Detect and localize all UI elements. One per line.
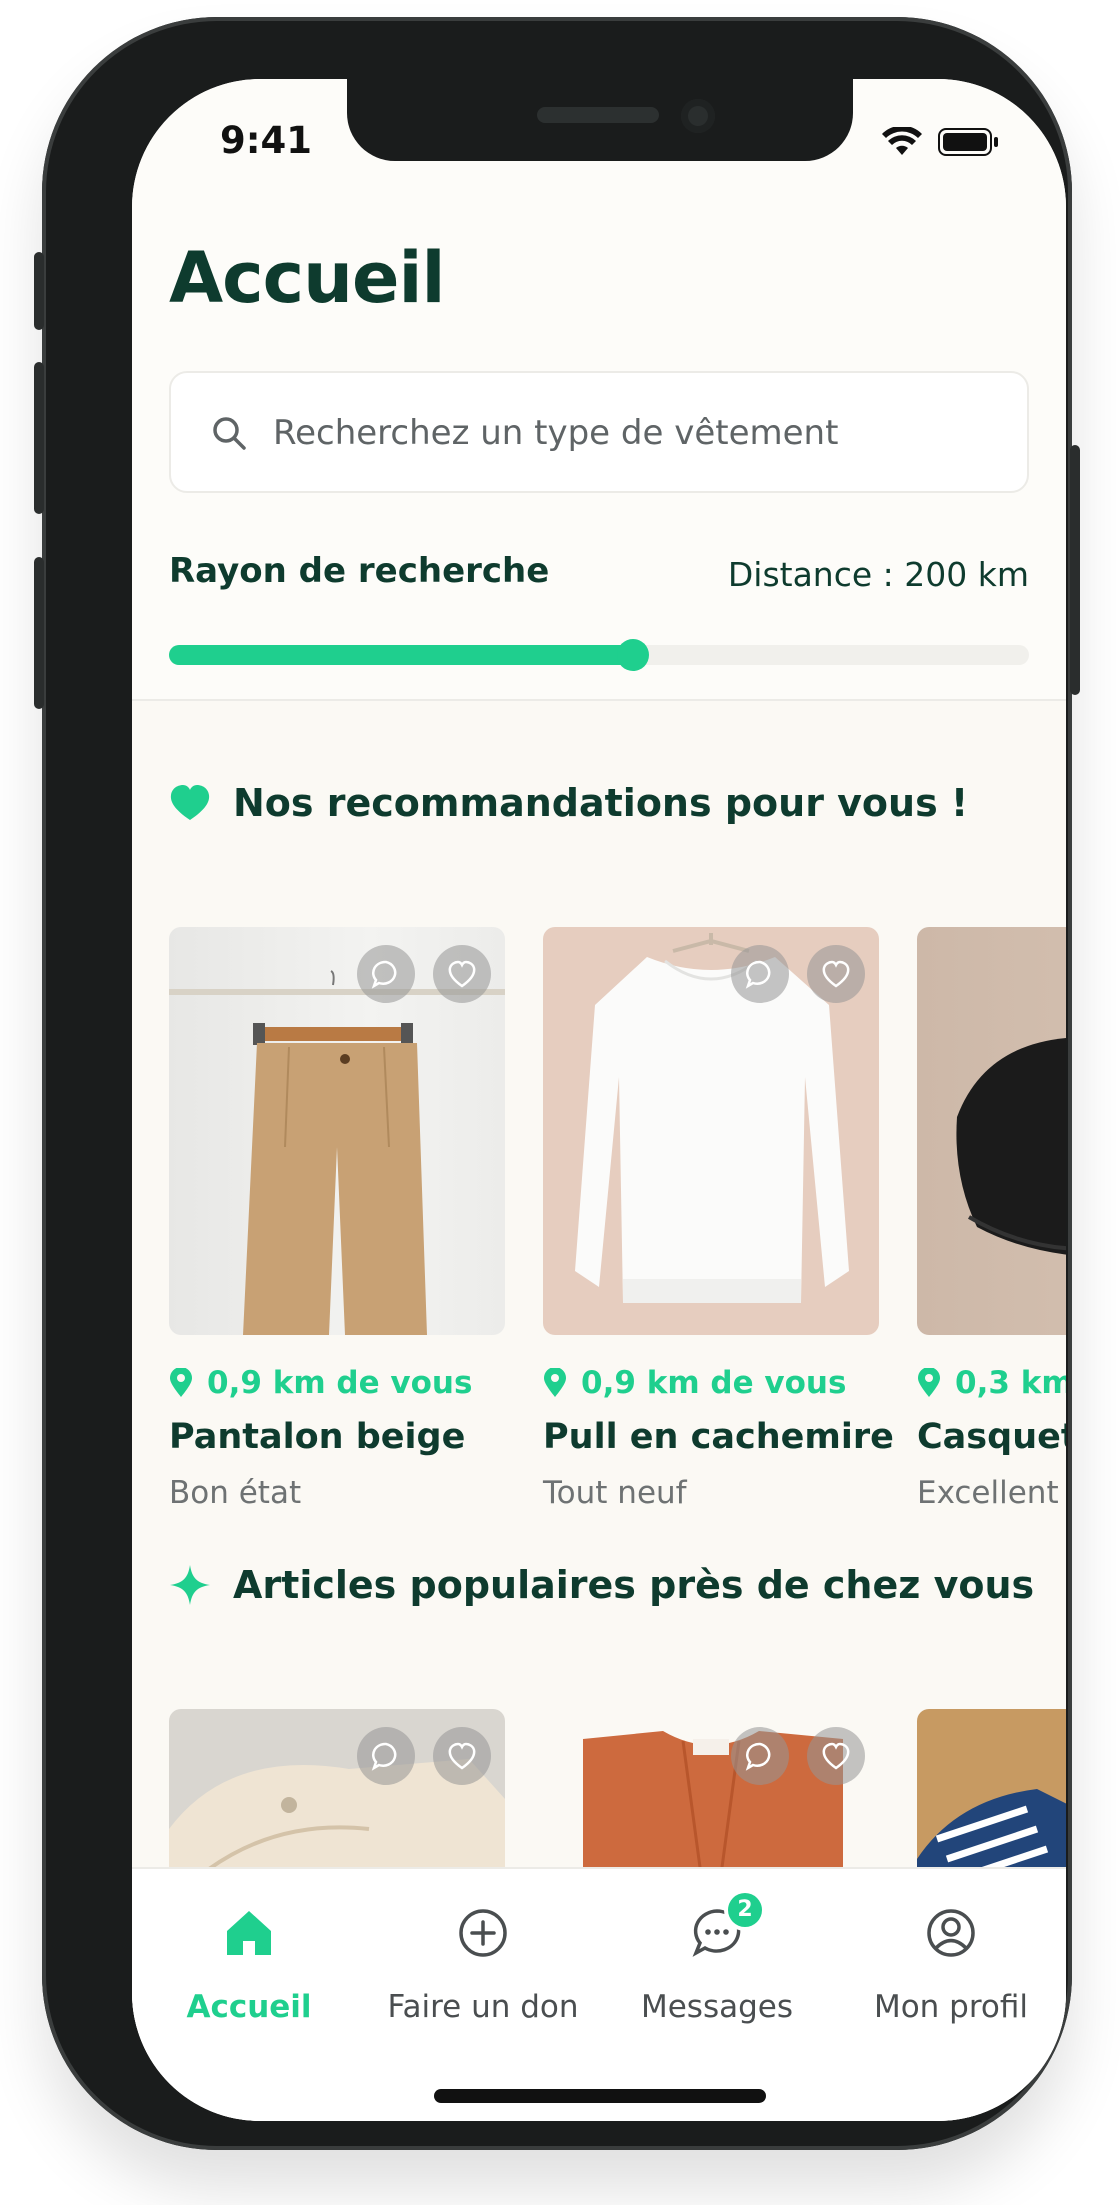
product-condition: Tout neuf [543,1475,687,1511]
tab-label: Messages [640,1989,794,2025]
product-image-black-cap [917,927,1066,1335]
search-placeholder: Recherchez un type de vêtement [273,413,839,453]
user-circle-icon [927,1909,975,1957]
volume-down-button [34,557,44,709]
unread-badge: 2 [728,1893,762,1927]
distance-tag: 0,9 km de vous [169,1365,505,1401]
status-icons [882,127,1000,157]
distance-text: 0,9 km de vous [581,1365,847,1401]
message-button[interactable] [357,1727,415,1785]
message-button[interactable] [357,945,415,1003]
message-button[interactable] [731,945,789,1003]
notch [347,79,853,161]
phone-frame: 9:41 Accueil Recherchez un type de vêtem… [34,17,1080,2150]
popular-title: Articles populaires près de chez vous [169,1563,1034,1607]
product-name: Pantalon beige [169,1417,466,1457]
product-card[interactable]: 0,9 km de vous Pantalon beige Bon état [169,927,505,1511]
distance-value: Distance : 200 km [727,555,1029,594]
tab-label: Accueil [186,1989,312,2025]
status-time: 9:41 [220,119,313,162]
recommendations-list: 0,9 km de vous Pantalon beige Bon état 0… [169,927,1066,1511]
recommendations-title: Nos recommandations pour vous ! [169,781,968,825]
volume-up-button [34,362,44,514]
location-pin-icon [170,1368,192,1397]
favorite-button[interactable] [433,945,491,1003]
chat-icon [745,960,771,989]
product-name: Casquet [917,1417,1066,1457]
tab-bar: Accueil Faire un don 2 Messages Mon prof… [132,1867,1066,2121]
distance-text: 0,9 km de vous [207,1365,473,1401]
tab-label: Mon profil [873,1989,1029,2025]
mute-switch [34,252,44,330]
tab-donate[interactable]: Faire un don [366,1869,600,2025]
chat-icon [745,1742,771,1771]
search-icon [211,415,247,455]
home-icon [227,1911,271,1955]
favorite-button[interactable] [433,1727,491,1785]
tab-profile[interactable]: Mon profil [834,1869,1066,2025]
tab-home[interactable]: Accueil [132,1869,366,2025]
slider-thumb[interactable] [617,639,650,671]
search-radius-label: Rayon de recherche [169,551,550,591]
page-title: Accueil [169,237,445,319]
product-card[interactable]: 0,3 km Casquet Excellent [917,927,1066,1511]
product-condition: Excellent [917,1475,1059,1511]
radius-slider[interactable] [169,639,1029,671]
chat-icon [371,1742,397,1771]
product-name: Pull en cachemire [543,1417,894,1457]
favorite-button[interactable] [807,1727,865,1785]
header: 9:41 Accueil Recherchez un type de vêtem… [132,79,1066,703]
product-image-white-sweater [543,927,879,1335]
popular-title-text: Articles populaires près de chez vous [233,1563,1035,1607]
tab-messages[interactable]: 2 Messages [600,1869,834,2025]
product-image-beige-trousers [169,927,505,1335]
heart-outline-icon [822,960,850,988]
search-input[interactable]: Recherchez un type de vêtement [169,371,1029,493]
battery-icon [938,128,998,156]
wifi-icon [882,127,922,155]
heart-outline-icon [448,1742,476,1770]
recommendations-title-text: Nos recommandations pour vous ! [233,781,969,825]
screen: 9:41 Accueil Recherchez un type de vêtem… [132,79,1066,2121]
home-indicator[interactable] [434,2089,766,2103]
distance-tag: 0,9 km de vous [543,1365,879,1401]
heart-outline-icon [448,960,476,988]
location-pin-icon [544,1368,566,1397]
sparkle-icon [170,1565,210,1605]
tab-label: Faire un don [387,1989,579,2025]
product-condition: Bon état [169,1475,302,1511]
power-button [1070,445,1080,695]
distance-tag: 0,3 km [917,1365,1066,1401]
product-card[interactable]: 0,9 km de vous Pull en cachemire Tout ne… [543,927,894,1511]
chat-icon [371,960,397,989]
message-button[interactable] [731,1727,789,1785]
slider-fill [169,645,634,665]
heart-outline-icon [822,1742,850,1770]
plus-circle-icon [459,1909,507,1957]
location-pin-icon [918,1368,940,1397]
heart-icon [170,785,210,820]
favorite-button[interactable] [807,945,865,1003]
distance-text: 0,3 km [955,1365,1066,1401]
